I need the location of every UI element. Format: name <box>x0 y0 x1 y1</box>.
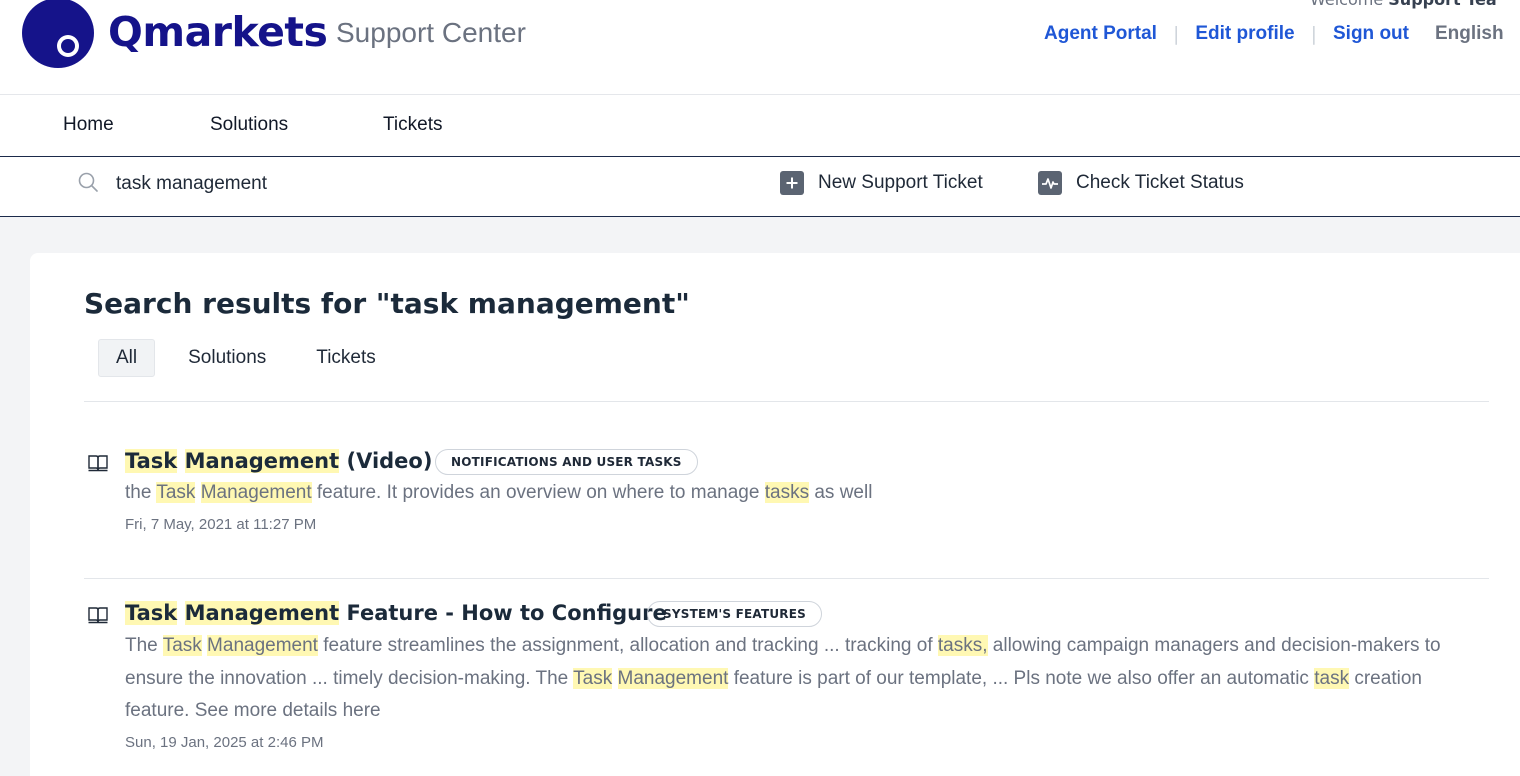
category-badge[interactable]: SYSTEM'S FEATURES <box>647 601 822 627</box>
welcome-prefix: Welcome <box>1310 0 1383 9</box>
activity-pulse-icon <box>1038 171 1062 195</box>
text-segment: the <box>125 482 157 503</box>
text-segment: feature streamlines the assignment, allo… <box>317 635 938 656</box>
qmarkets-logo-icon[interactable] <box>22 0 94 68</box>
text-segment <box>177 601 184 625</box>
nav-item-home[interactable]: Home <box>63 114 114 136</box>
site-header: Qmarkets Support Center Welcome Support … <box>0 0 1520 95</box>
welcome-message: Welcome Support Tea <box>1310 0 1497 9</box>
highlighted-term: Task <box>125 601 178 625</box>
text-segment <box>612 668 617 689</box>
highlighted-term: Management <box>207 635 318 656</box>
text-segment <box>177 449 184 473</box>
highlighted-term: task <box>1314 667 1350 689</box>
sign-out-link[interactable]: Sign out <box>1333 23 1409 45</box>
highlighted-term: Task <box>162 635 202 656</box>
welcome-user-name: Support Tea <box>1388 0 1496 9</box>
check-ticket-status-label: Check Ticket Status <box>1076 172 1244 193</box>
check-ticket-status-button[interactable]: Check Ticket Status <box>1038 171 1244 195</box>
account-links: Agent Portal | Edit profile | Sign out E… <box>1044 23 1504 45</box>
highlighted-term: Task <box>573 667 613 689</box>
tab-all[interactable]: All <box>98 339 156 377</box>
main-nav: Home Solutions Tickets <box>0 95 1520 157</box>
nav-item-tickets[interactable]: Tickets <box>383 114 442 136</box>
nav-item-solutions[interactable]: Solutions <box>210 114 288 136</box>
text-segment: feature. It provides an overview on wher… <box>311 482 765 503</box>
result-date: Fri, 7 May, 2021 at 11:27 PM <box>125 516 317 533</box>
tab-tickets[interactable]: Tickets <box>299 340 392 376</box>
link-separator: | <box>1310 23 1317 45</box>
tab-solutions[interactable]: Solutions <box>171 340 283 376</box>
book-open-icon <box>88 455 108 472</box>
result-filter-tabs: All Solutions Tickets <box>98 339 393 377</box>
search-input[interactable] <box>110 167 710 201</box>
text-segment: feature is part of our template, ... Pls… <box>728 667 1315 689</box>
highlighted-term: Task <box>156 482 196 503</box>
highlighted-term: tasks <box>764 482 810 503</box>
search-icon <box>78 172 98 192</box>
text-segment: (Video) <box>339 449 433 473</box>
result-title-link[interactable]: Task Management Feature - How to Configu… <box>125 601 667 625</box>
text-segment <box>195 482 200 503</box>
highlighted-term: Management <box>184 601 340 625</box>
book-open-icon <box>88 607 108 624</box>
text-segment: Feature - How to Configure <box>339 601 667 625</box>
highlighted-term: Management <box>200 482 312 503</box>
result-title-link[interactable]: Task Management (Video) <box>125 449 432 473</box>
category-badge[interactable]: NOTIFICATIONS AND USER TASKS <box>435 449 698 475</box>
edit-profile-link[interactable]: Edit profile <box>1195 23 1294 45</box>
highlighted-term: tasks, <box>937 635 988 656</box>
link-separator: | <box>1172 23 1180 45</box>
new-support-ticket-button[interactable]: New Support Ticket <box>780 171 983 195</box>
divider <box>84 578 1489 579</box>
result-snippet: The Task Management feature streamlines … <box>125 630 1475 728</box>
page-title: Search results for "task management" <box>84 287 690 320</box>
highlighted-term: Management <box>184 449 340 473</box>
text-segment: The <box>125 635 163 656</box>
language-selector[interactable]: English <box>1435 23 1504 45</box>
text-segment: as well <box>809 482 873 503</box>
brand-subtitle: Support Center <box>336 17 526 48</box>
highlighted-term: Management <box>617 667 729 689</box>
result-date: Sun, 19 Jan, 2025 at 2:46 PM <box>125 734 324 751</box>
brand-name[interactable]: Qmarkets <box>108 8 328 56</box>
agent-portal-link[interactable]: Agent Portal <box>1044 23 1157 45</box>
plus-square-icon <box>780 171 804 195</box>
divider <box>84 401 1489 402</box>
new-support-ticket-label: New Support Ticket <box>818 172 983 193</box>
result-snippet: the Task Management feature. It provides… <box>125 477 1475 510</box>
highlighted-term: Task <box>125 449 178 473</box>
